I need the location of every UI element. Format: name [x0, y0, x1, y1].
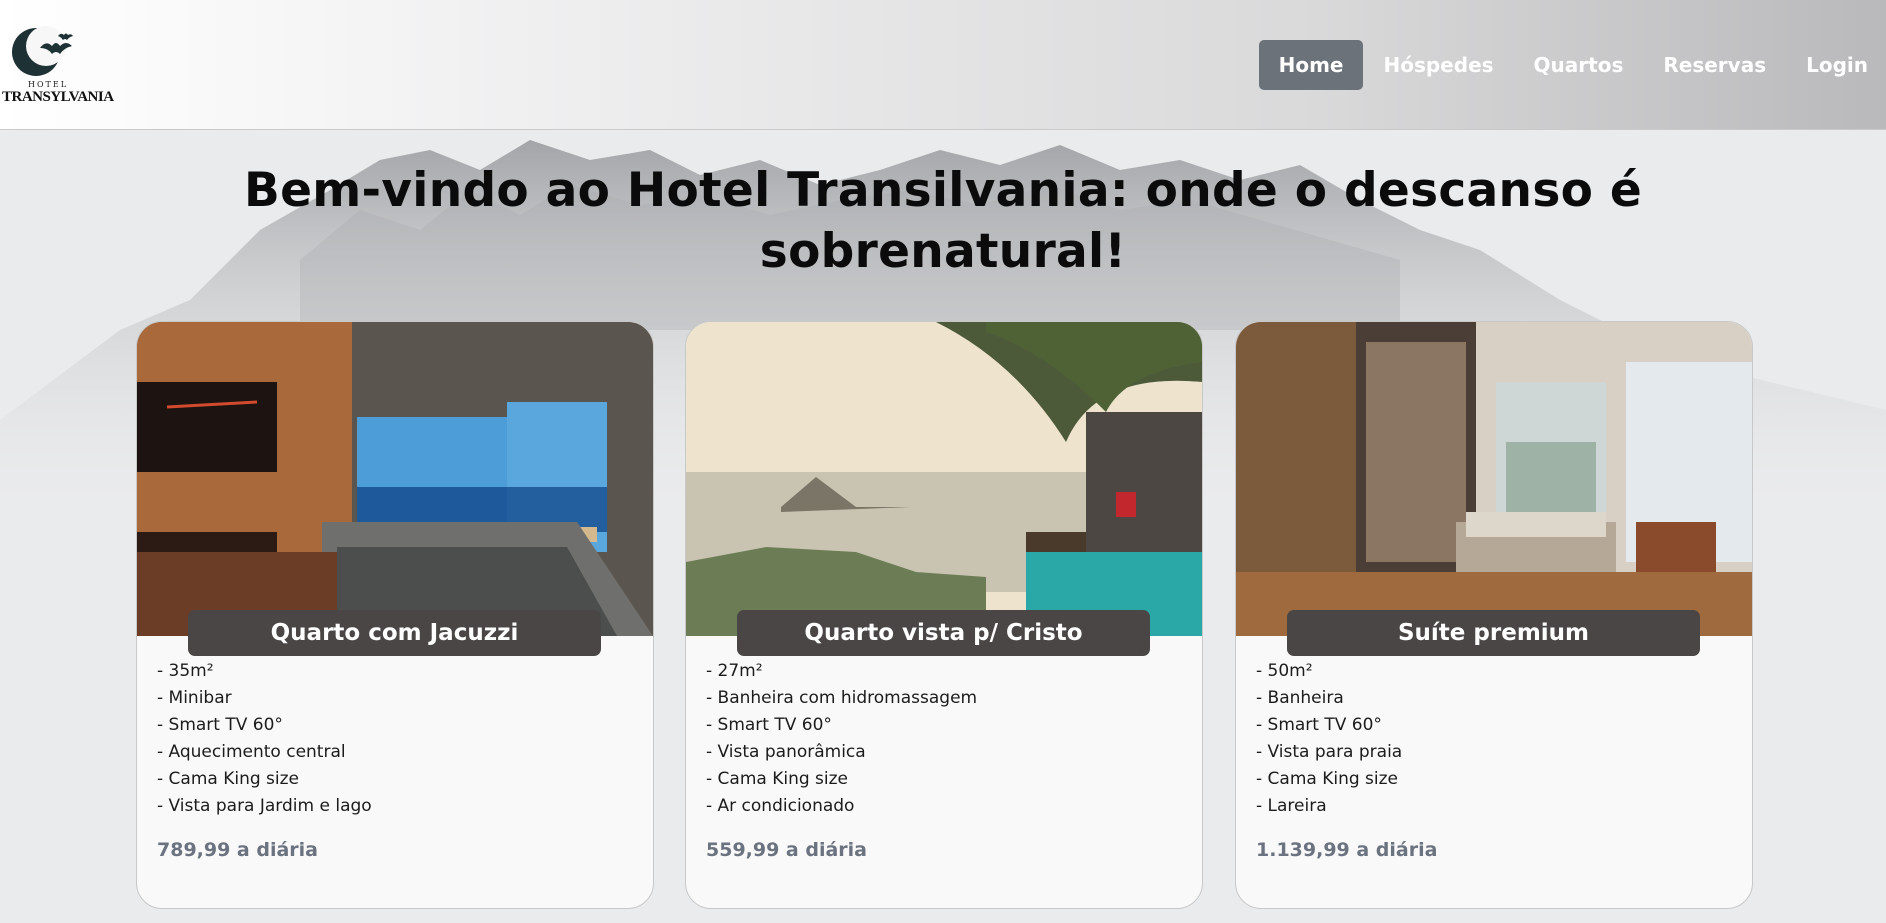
page-title: Bem-vindo ao Hotel Transilvania: onde o …	[243, 160, 1643, 282]
feature-item: - Cama King size	[1256, 769, 1399, 789]
room-photo-jacuzzi	[137, 322, 653, 636]
feature-item: - Banheira com hidromassagem	[706, 688, 978, 708]
navbar: HOTEL TRANSYLVANIA Home Hóspedes Quartos…	[0, 0, 1886, 130]
nav-quartos[interactable]: Quartos	[1514, 40, 1644, 90]
room-photo-suite-premium	[1236, 322, 1752, 636]
nav-hospedes[interactable]: Hóspedes	[1363, 40, 1513, 90]
room-price-vista-cristo: 559,99 a diária	[706, 839, 868, 861]
nav-home[interactable]: Home	[1258, 40, 1364, 90]
feature-item: - Cama King size	[706, 769, 849, 789]
nav-login[interactable]: Login	[1786, 40, 1886, 90]
room-features-vista-cristo: - 27m² - Banheira com hidromassagem - Sm…	[706, 658, 977, 820]
room-photo-vista-cristo	[686, 322, 1202, 636]
page-title-line1: Bem-vindo ao Hotel Transilvania: onde o …	[243, 163, 1643, 218]
main-nav: Home Hóspedes Quartos Reservas Login	[1258, 40, 1886, 90]
room-features-suite-premium: - 50m² - Banheira - Smart TV 60° - Vista…	[1256, 658, 1402, 820]
feature-item: - Minibar	[157, 688, 232, 708]
feature-item: - 50m²	[1256, 661, 1313, 681]
room-card-jacuzzi[interactable]: Quarto com Jacuzzi - 35m² - Minibar - Sm…	[136, 321, 654, 909]
crescent-moon-bat-icon	[12, 26, 73, 76]
feature-item: - Vista panorâmica	[706, 742, 866, 762]
feature-item: - Cama King size	[157, 769, 300, 789]
room-price-suite-premium: 1.139,99 a diária	[1256, 839, 1438, 861]
room-features-jacuzzi: - 35m² - Minibar - Smart TV 60° - Aqueci…	[157, 658, 372, 820]
feature-item: - Ar condicionado	[706, 796, 855, 816]
room-card-suite-premium[interactable]: Suíte premium - 50m² - Banheira - Smart …	[1235, 321, 1753, 909]
feature-item: - Smart TV 60°	[157, 715, 283, 735]
feature-item: - Smart TV 60°	[1256, 715, 1382, 735]
feature-item: - Vista para Jardim e lago	[157, 796, 372, 816]
feature-item: - Smart TV 60°	[706, 715, 832, 735]
page-title-line2: sobrenatural!	[759, 224, 1127, 279]
feature-item: - Aquecimento central	[157, 742, 346, 762]
logo-text-hotel: HOTEL	[28, 80, 69, 89]
feature-item: - Lareira	[1256, 796, 1327, 816]
feature-item: - Banheira	[1256, 688, 1344, 708]
nav-reservas[interactable]: Reservas	[1643, 40, 1786, 90]
feature-item: - Vista para praia	[1256, 742, 1403, 762]
room-card-vista-cristo[interactable]: Quarto vista p/ Cristo - 27m² - Banheira…	[685, 321, 1203, 909]
logo-text-transylvania: TRANSYLVANIA	[2, 89, 114, 105]
hotel-logo[interactable]: HOTEL TRANSYLVANIA	[0, 18, 114, 112]
feature-item: - 35m²	[157, 661, 214, 681]
room-title-vista-cristo: Quarto vista p/ Cristo	[737, 610, 1150, 656]
room-price-jacuzzi: 789,99 a diária	[157, 839, 319, 861]
room-title-jacuzzi: Quarto com Jacuzzi	[188, 610, 601, 656]
feature-item: - 27m²	[706, 661, 763, 681]
room-title-suite-premium: Suíte premium	[1287, 610, 1700, 656]
